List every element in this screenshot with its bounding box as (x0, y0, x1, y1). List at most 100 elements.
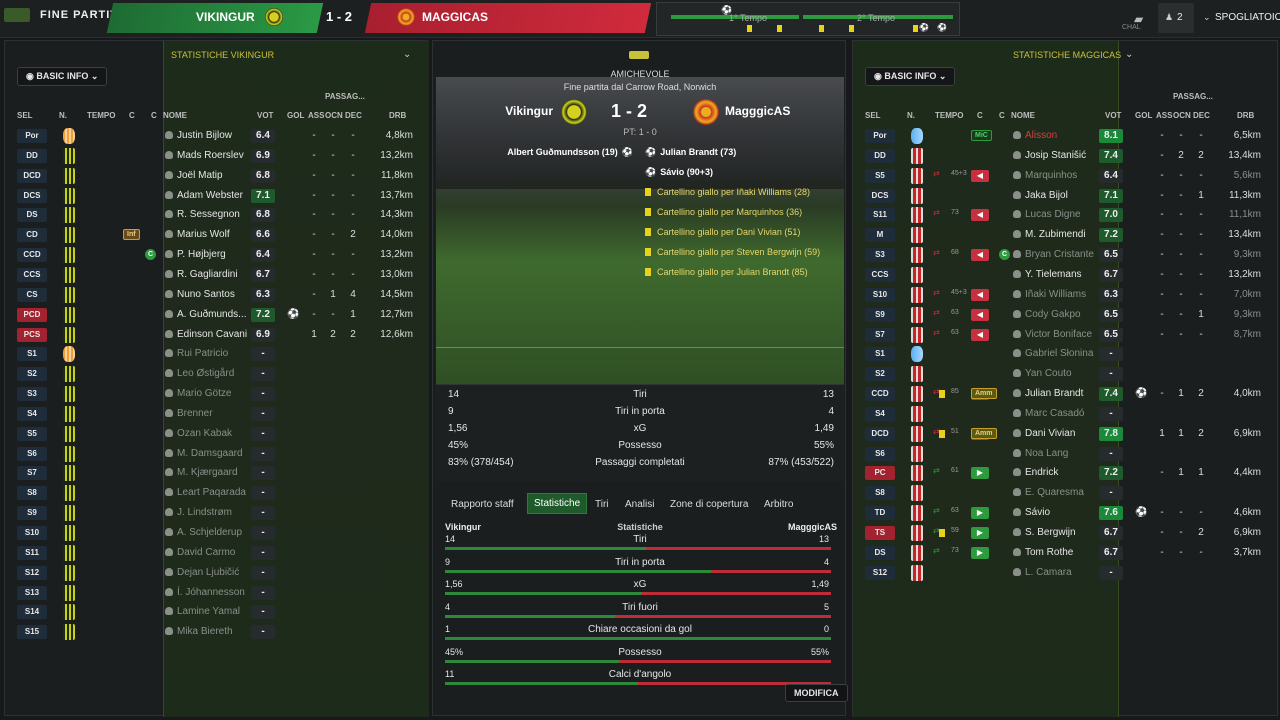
player-row[interactable]: S4 Marc Casadó - (853, 405, 1277, 424)
player-row[interactable]: S8 E. Quaresma - (853, 484, 1277, 503)
player-name[interactable]: Mads Roerslev (165, 150, 244, 161)
player-name[interactable]: Victor Boniface (1013, 329, 1092, 340)
column-header-dec[interactable]: DEC (345, 111, 362, 120)
column-header-nome[interactable]: NOME (1011, 111, 1035, 120)
player-name[interactable]: Edinson Cavani (165, 329, 247, 340)
player-row[interactable]: CD Inf Marius Wolf 6.6 - - 2 14,0km (5, 226, 429, 245)
player-row[interactable]: S12 L. Camara - (853, 564, 1277, 583)
player-name[interactable]: J. Lindstrøm (165, 507, 232, 518)
player-name[interactable]: Rui Patricio (165, 348, 228, 359)
player-name[interactable]: Marc Casadó (1013, 408, 1084, 419)
player-row[interactable]: Por MiC Alisson 8.1 - - - 6,5km (853, 127, 1277, 146)
player-name[interactable]: Sávio (1013, 507, 1050, 518)
column-header-gol[interactable]: GOL (287, 111, 304, 120)
users-button[interactable]: ♟ 2 (1158, 3, 1194, 33)
column-header-tempo[interactable]: TEMPO (87, 111, 115, 120)
player-row[interactable]: S2 Yan Couto - (853, 365, 1277, 384)
column-header-ocn[interactable]: OCN (1173, 111, 1191, 120)
tab-rapporto-staff[interactable]: Rapporto staff (451, 499, 514, 510)
player-row[interactable]: S9 J. Lindstrøm - (5, 504, 429, 523)
player-name[interactable]: Justin Bijlow (165, 130, 232, 141)
player-name[interactable]: Mario Götze (165, 388, 231, 399)
player-name[interactable]: Tom Rothe (1013, 547, 1073, 558)
player-name[interactable]: R. Gagliardini (165, 269, 238, 280)
player-name[interactable]: A. Guðmunds... (165, 309, 246, 320)
tab-analisi[interactable]: Analisi (625, 499, 654, 510)
player-name[interactable]: Adam Webster (165, 190, 243, 201)
column-header-c[interactable]: C (977, 111, 983, 120)
player-row[interactable]: TS ⇄ 59 ▶ S. Bergwijn 6.7- -2 6,9km (853, 524, 1277, 543)
player-name[interactable]: Iñaki Williams (1013, 289, 1086, 300)
player-row[interactable]: CCD C P. Højbjerg 6.4 - - - 13,2km (5, 246, 429, 265)
column-header-dec[interactable]: DEC (1193, 111, 1210, 120)
column-header-sel[interactable]: SEL (17, 111, 33, 120)
player-name[interactable]: Ozan Kabak (165, 428, 232, 439)
tab-statistiche[interactable]: Statistiche (527, 493, 588, 514)
player-row[interactable]: PC ⇄ 61 ▶ Endrick 7.2 - 1 1 4,4km (853, 464, 1277, 483)
column-header-sel[interactable]: SEL (865, 111, 881, 120)
player-name[interactable]: Josip Stanišić (1013, 150, 1086, 161)
away-team-name[interactable]: MAGGICAS (422, 10, 488, 24)
chevron-down-icon[interactable]: ⌄ (1125, 49, 1133, 60)
player-row[interactable]: TD ⇄ 63 ▶ Sávio 7.6 ⚽ - - -4,6km (853, 504, 1277, 523)
player-name[interactable]: M. Damsgaard (165, 448, 243, 459)
column-header-c[interactable]: C (129, 111, 135, 120)
player-row[interactable]: DCS Jaka Bijol 7.1 - - 1 11,3km (853, 187, 1277, 206)
player-row[interactable]: S8 Leart Paqarada - (5, 484, 429, 503)
column-header-gol[interactable]: GOL (1135, 111, 1152, 120)
player-row[interactable]: S11 ⇄ 73 ◀ Lucas Digne 7.0 - - - 11,1km (853, 206, 1277, 225)
player-row[interactable]: S14 Lamine Yamal - (5, 603, 429, 622)
player-row[interactable]: S5 Ozan Kabak - (5, 425, 429, 444)
player-row[interactable]: DS R. Sessegnon 6.8 - - - 14,3km (5, 206, 429, 225)
player-name[interactable]: Gabriel Słonina (1013, 348, 1093, 359)
player-row[interactable]: M M. Zubimendi 7.2 - - - 13,4km (853, 226, 1277, 245)
column-header-n[interactable]: N. (59, 111, 67, 120)
player-row[interactable]: S4 Brenner - (5, 405, 429, 424)
player-row[interactable]: S6 Noa Lang - (853, 445, 1277, 464)
player-name[interactable]: Dejan Ljubičić (165, 567, 239, 578)
player-name[interactable]: Lucas Digne (1013, 209, 1081, 220)
player-row[interactable]: S9 ⇄ 63 ◀ Cody Gakpo 6.5 - - 1 9,3km (853, 306, 1277, 325)
player-row[interactable]: S3 ⇄ 68 ◀ C Bryan Cristante 6.5 - - - 9,3km (853, 246, 1277, 265)
tab-arbitro[interactable]: Arbitro (764, 499, 793, 510)
player-row[interactable]: DCD Joël Matip 6.8 - - - 11,8km (5, 167, 429, 186)
column-header-nome[interactable]: NOME (163, 111, 187, 120)
player-row[interactable]: Por Justin Bijlow 6.4 - - - 4,8km (5, 127, 429, 146)
column-header-vot[interactable]: VOT (1105, 111, 1121, 120)
player-name[interactable]: Bryan Cristante (1013, 249, 1094, 260)
modifica-button[interactable]: MODIFICA (785, 684, 848, 702)
player-row[interactable]: S15 Mika Biereth - (5, 623, 429, 642)
player-row[interactable]: S11 David Carmo - (5, 544, 429, 563)
player-row[interactable]: S6 M. Damsgaard - (5, 445, 429, 464)
column-header-n[interactable]: N. (907, 111, 915, 120)
tab-tiri[interactable]: Tiri (595, 499, 609, 510)
player-row[interactable]: S1 Rui Patricio - (5, 345, 429, 364)
player-row[interactable]: DD Josip Stanišić 7.4 - 2 2 13,4km (853, 147, 1277, 166)
player-row[interactable]: S13 Í. Jóhannesson - (5, 584, 429, 603)
column-header-c2[interactable]: C (999, 111, 1005, 120)
player-name[interactable]: Cody Gakpo (1013, 309, 1081, 320)
player-name[interactable]: E. Quaresma (1013, 487, 1084, 498)
player-name[interactable]: Marquinhos (1013, 170, 1077, 181)
player-name[interactable]: Yan Couto (1013, 368, 1072, 379)
column-header-c2[interactable]: C (151, 111, 157, 120)
player-name[interactable]: David Carmo (165, 547, 235, 558)
player-row[interactable]: DCD⇄51◀AmmDani Vivian7.81126,9km (853, 425, 1277, 444)
player-row[interactable]: DD Mads Roerslev 6.9 - - - 13,2km (5, 147, 429, 166)
column-header-tempo[interactable]: TEMPO (935, 111, 963, 120)
player-row[interactable]: CS Nuno Santos 6.3 - 1 4 14,5km (5, 286, 429, 305)
player-name[interactable]: Y. Tielemans (1013, 269, 1082, 280)
column-header-ass[interactable]: ASS (1156, 111, 1172, 120)
player-name[interactable]: Marius Wolf (165, 229, 230, 240)
player-name[interactable]: Joël Matip (165, 170, 223, 181)
player-row[interactable]: CCD⇄85◀AmmJulian Brandt7.4⚽-124,0km (853, 385, 1277, 404)
player-name[interactable]: L. Camara (1013, 567, 1072, 578)
column-header-vot[interactable]: VOT (257, 111, 273, 120)
player-row[interactable]: PCD A. Guðmunds... 7.2 ⚽ - -1 12,7km (5, 306, 429, 325)
basic-info-dropdown[interactable]: ◉ BASIC INFO ⌄ (17, 67, 108, 86)
match-timeline[interactable]: 1° Tempo 2° Tempo ⚽ ⚽ ⚽ (656, 2, 960, 36)
player-row[interactable]: S5 ⇄ 45+3 ◀ Marquinhos 6.4 - - - 5,6km (853, 167, 1277, 186)
player-name[interactable]: P. Højbjerg (165, 249, 226, 260)
column-header-drb[interactable]: DRB (389, 111, 406, 120)
player-row[interactable]: CCS Y. Tielemans 6.7 - - - 13,2km (853, 266, 1277, 285)
